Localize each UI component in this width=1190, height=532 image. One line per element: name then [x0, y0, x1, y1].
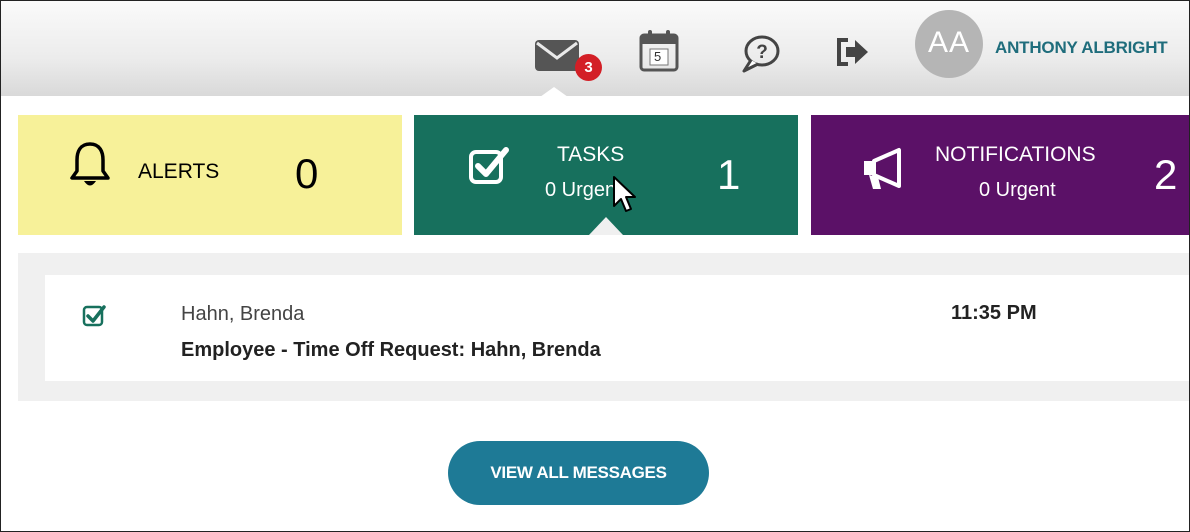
- list-item[interactable]: Hahn, Brenda Employee - Time Off Request…: [45, 275, 1189, 381]
- mail-button[interactable]: 3: [534, 34, 602, 88]
- tasks-label: TASKS: [557, 143, 625, 166]
- logout-icon: [837, 38, 868, 66]
- help-chat-icon: ?: [742, 35, 780, 73]
- help-button[interactable]: ?: [739, 33, 781, 75]
- tasks-count: 1: [717, 151, 741, 198]
- checkbox-icon: [82, 305, 106, 327]
- tasks-tile[interactable]: TASKS 0 Urgent 1: [414, 115, 798, 235]
- mail-badge: 3: [575, 54, 602, 81]
- task-check-icon: [469, 147, 509, 184]
- bell-icon: [70, 142, 110, 186]
- alerts-tile[interactable]: ALERTS 0: [18, 115, 402, 235]
- top-bar: 3 5 ? AA ANTHONY ALBRIGHT: [1, 1, 1189, 97]
- message-sender: Hahn, Brenda: [181, 303, 305, 325]
- alerts-label: ALERTS: [138, 160, 220, 183]
- notifications-label: NOTIFICATIONS: [935, 143, 1096, 166]
- user-name[interactable]: ANTHONY ALBRIGHT: [995, 38, 1168, 58]
- message-subject[interactable]: Employee - Time Off Request: Hahn, Brend…: [181, 339, 601, 362]
- alerts-count: 0: [295, 150, 319, 197]
- logout-button[interactable]: [835, 35, 871, 69]
- notifications-tile[interactable]: NOTIFICATIONS 0 Urgent 2: [811, 115, 1189, 235]
- tasks-active-pointer: [589, 217, 623, 235]
- tasks-urgent: 0 Urgent: [545, 179, 622, 201]
- message-list: Hahn, Brenda Employee - Time Off Request…: [18, 253, 1189, 401]
- avatar[interactable]: AA: [915, 10, 983, 78]
- calendar-day: 5: [654, 49, 662, 64]
- view-all-messages-button[interactable]: VIEW ALL MESSAGES: [448, 441, 709, 505]
- messages-widget: 3 5 ? AA ANTHONY ALBRIGHT ALERTS 0 TASKS…: [0, 0, 1190, 532]
- megaphone-icon: [864, 148, 901, 189]
- mouse-cursor-icon: [613, 176, 636, 212]
- mail-dropdown-caret: [540, 87, 568, 97]
- notifications-urgent: 0 Urgent: [979, 179, 1056, 201]
- message-time: 11:35 PM: [951, 302, 1037, 324]
- notifications-count: 2: [1154, 151, 1178, 198]
- calendar-button[interactable]: 5: [638, 28, 682, 72]
- svg-text:?: ?: [756, 42, 768, 63]
